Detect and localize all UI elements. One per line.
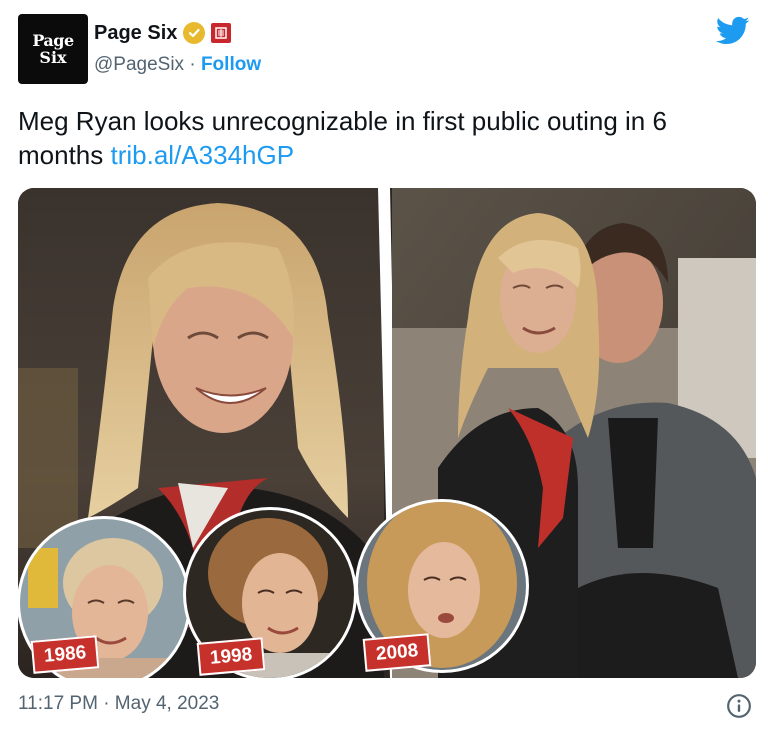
twitter-bird-icon[interactable] bbox=[716, 16, 750, 46]
separator: · bbox=[189, 54, 196, 75]
tweet-timestamp[interactable]: 11:17 PM · May 4, 2023 bbox=[18, 693, 219, 715]
avatar[interactable]: Page Six bbox=[18, 14, 88, 84]
tweet-media[interactable]: 1986 1998 2008 bbox=[18, 188, 756, 678]
verified-badge-icon bbox=[183, 22, 206, 44]
account-name[interactable]: Page Six bbox=[94, 22, 177, 45]
year-badge-2008: 2008 bbox=[362, 633, 432, 672]
account-handle[interactable]: @PageSix bbox=[94, 54, 184, 75]
year-badge-1986: 1986 bbox=[30, 635, 100, 674]
avatar-line2: Six bbox=[39, 48, 67, 67]
handle-row: @PageSix · Follow bbox=[94, 54, 261, 76]
tweet-link[interactable]: trib.al/A334hGP bbox=[111, 140, 295, 170]
affiliate-badge-icon[interactable] bbox=[211, 23, 232, 43]
media-photo bbox=[18, 188, 756, 678]
info-icon[interactable] bbox=[726, 693, 752, 719]
avatar-line1: Page bbox=[32, 31, 74, 50]
year-badge-1998: 1998 bbox=[196, 637, 266, 676]
tweet-card: Page Six Page Six @PageSix · Follow Meg … bbox=[0, 0, 768, 744]
account-name-row: Page Six bbox=[94, 20, 232, 46]
follow-button[interactable]: Follow bbox=[201, 54, 261, 75]
tweet-text: Meg Ryan looks unrecognizable in first p… bbox=[18, 104, 748, 172]
